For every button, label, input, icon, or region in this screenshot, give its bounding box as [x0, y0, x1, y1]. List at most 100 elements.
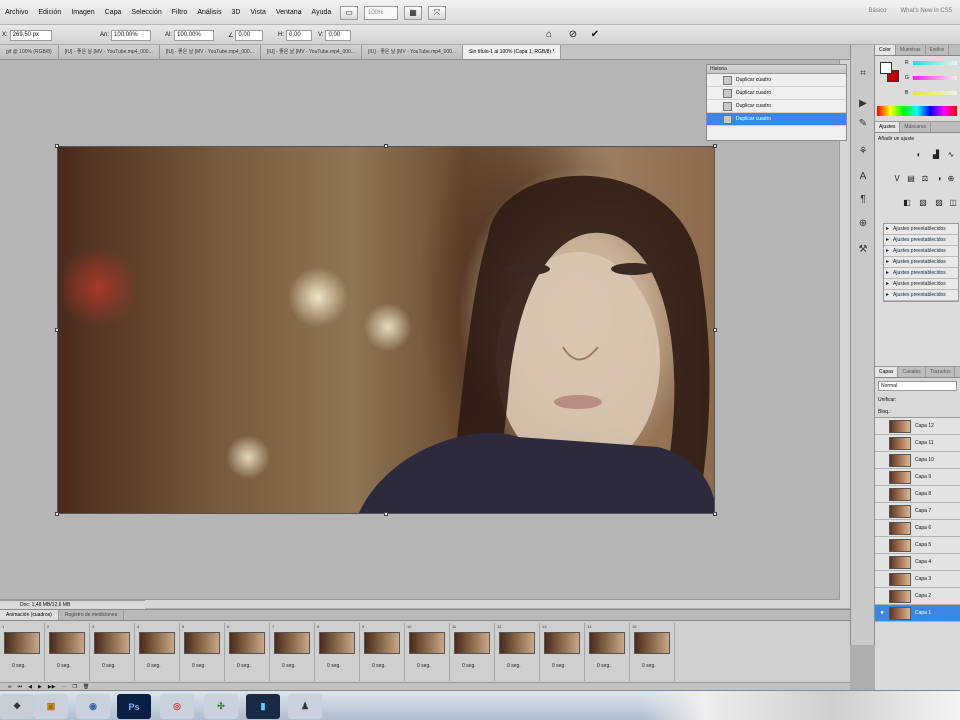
color-balance-icon[interactable]: ⚖ — [919, 173, 931, 184]
layer-row[interactable]: Capa 12 — [875, 418, 960, 435]
tab-mascaras[interactable]: Máscaras — [900, 122, 932, 132]
preset-item[interactable]: Ajustes preestablecidos — [884, 290, 958, 301]
layer-row[interactable]: Capa 9 — [875, 469, 960, 486]
animation-frame[interactable]: 3 0 seg. — [90, 623, 135, 681]
photoshop-icon[interactable]: Ps — [117, 694, 151, 719]
doc-tab-4[interactable]: [IU] - 좋은 날 [MV - YouTube.mp4_000... — [260, 45, 362, 59]
layer-row[interactable]: Capa 7 — [875, 503, 960, 520]
frame-delay[interactable]: 0 seg. — [237, 663, 251, 669]
animation-frame[interactable]: 10 0 seg. — [405, 623, 450, 681]
animation-frame[interactable]: 11 0 seg. — [450, 623, 495, 681]
tab-animacion[interactable]: Animación (cuadros) — [0, 610, 59, 620]
transform-handle-br[interactable] — [713, 512, 717, 516]
frame-delay[interactable]: 0 seg. — [327, 663, 341, 669]
frame-delay[interactable]: 0 seg. — [102, 663, 116, 669]
transform-handle-right[interactable] — [713, 328, 717, 332]
canvas-image[interactable] — [57, 146, 715, 514]
transform-handle-tl[interactable] — [55, 144, 59, 148]
commit-transform-icon[interactable]: ✔ — [588, 28, 602, 42]
character-panel-icon[interactable]: A — [855, 170, 871, 184]
history-item[interactable]: Duplicar cuadro — [707, 87, 846, 100]
doc-tab-3[interactable]: [IU] - 좋은 날 [MV - YouTube.mp4_000... — [159, 45, 261, 59]
layer-row[interactable]: Capa 2 — [875, 588, 960, 605]
paragraph-panel-icon[interactable]: ¶ — [855, 193, 871, 207]
frame-delay[interactable]: 0 seg. — [372, 663, 386, 669]
x-position-field[interactable]: 269,50 px — [9, 29, 52, 41]
red-slider[interactable] — [913, 61, 957, 65]
menu-imagen[interactable]: Imagen — [66, 9, 99, 16]
hue-saturation-icon[interactable]: ▤ — [905, 173, 917, 184]
preset-item[interactable]: Ajustes preestablecidos — [884, 235, 958, 246]
tab-color[interactable]: Color — [875, 45, 896, 55]
layer-row[interactable]: Capa 3 — [875, 571, 960, 588]
animation-frame[interactable]: 8 0 seg. — [315, 623, 360, 681]
frame-delay[interactable]: 0 seg. — [552, 663, 566, 669]
document-workspace[interactable] — [0, 60, 850, 608]
explorer-icon[interactable]: ▣ — [34, 694, 68, 719]
layer-row-selected[interactable]: ● Capa 1 — [875, 605, 960, 622]
layer-row[interactable]: Capa 5 — [875, 537, 960, 554]
tool-presets-icon[interactable]: ⚒ — [855, 243, 871, 257]
posterize-icon[interactable]: ▧ — [917, 197, 929, 208]
color-spectrum-bar[interactable] — [877, 106, 957, 116]
doc-tab-1[interactable]: gif @ 100% (RGB/8) — [0, 45, 59, 59]
menu-vista[interactable]: Vista — [245, 9, 270, 16]
tab-capas[interactable]: Capas — [875, 367, 899, 377]
curves-icon[interactable]: ∿ — [945, 149, 957, 160]
gradient-map-icon[interactable]: ▨ — [933, 197, 945, 208]
frame-delay[interactable]: 0 seg. — [282, 663, 296, 669]
transform-handle-tr[interactable] — [713, 144, 717, 148]
transform-handle-top[interactable] — [384, 144, 388, 148]
preset-item[interactable]: Ajustes preestablecidos — [884, 268, 958, 279]
h-skew-field[interactable]: 0,00 — [286, 29, 312, 41]
animation-frame[interactable]: 7 0 seg. — [270, 623, 315, 681]
animation-frame[interactable]: 12 0 seg. — [495, 623, 540, 681]
transform-handle-bottom[interactable] — [384, 512, 388, 516]
animation-frame[interactable]: 1 0 seg. — [0, 623, 45, 681]
preset-item[interactable]: Ajustes preestablecidos — [884, 246, 958, 257]
navigator-panel-icon[interactable]: ⊕ — [855, 217, 871, 231]
animation-frame[interactable]: 14 0 seg. — [585, 623, 630, 681]
frame-delay[interactable]: 0 seg. — [192, 663, 206, 669]
vertical-scrollbar[interactable] — [839, 60, 850, 600]
menu-capa[interactable]: Capa — [100, 9, 127, 16]
black-white-icon[interactable]: ◑ — [933, 173, 945, 184]
history-item[interactable]: Duplicar cuadro — [707, 100, 846, 113]
rotate-angle-field[interactable]: 0,00 — [235, 29, 264, 41]
brightness-icon[interactable]: ◐ — [913, 149, 925, 160]
preset-item[interactable]: Ajustes preestablecidos — [884, 279, 958, 290]
workspace-whats-new[interactable]: What's New in CS5 — [901, 8, 953, 14]
chrome-icon[interactable]: ◎ — [160, 694, 194, 719]
transform-handle-bl[interactable] — [55, 512, 59, 516]
selective-color-icon[interactable]: ◫ — [947, 197, 959, 208]
layer-row[interactable]: Capa 6 — [875, 520, 960, 537]
animation-frame[interactable]: 15 0 seg. — [630, 623, 675, 681]
menu-seleccion[interactable]: Selección — [126, 9, 166, 16]
media-player-icon[interactable]: ◉ — [76, 694, 110, 719]
foreground-color-swatch[interactable] — [880, 62, 892, 74]
visibility-eye-icon[interactable]: ● — [875, 610, 889, 616]
frame-delay[interactable]: 0 seg. — [147, 663, 161, 669]
animation-frame[interactable]: 6 0 seg. — [225, 623, 270, 681]
history-item[interactable]: Duplicar cuadro — [707, 74, 846, 87]
preset-item[interactable]: Ajustes preestablecidos — [884, 224, 958, 235]
menu-ayuda[interactable]: Ayuda — [307, 9, 337, 16]
menu-archivo[interactable]: Archivo — [0, 9, 33, 16]
tab-trazados[interactable]: Trazados — [926, 367, 956, 377]
frame-delay[interactable]: 0 seg. — [642, 663, 656, 669]
layer-row[interactable]: Capa 4 — [875, 554, 960, 571]
preset-item[interactable]: Ajustes preestablecidos — [884, 257, 958, 268]
menu-3d[interactable]: 3D — [226, 9, 245, 16]
menu-analisis[interactable]: Análisis — [192, 9, 226, 16]
warp-mode-icon[interactable]: ⌂ — [542, 28, 556, 42]
v-skew-field[interactable]: 0,00 — [325, 29, 352, 41]
tab-canales[interactable]: Canales — [898, 367, 926, 377]
start-icon[interactable]: ❖ — [0, 694, 34, 719]
layer-row[interactable]: Capa 11 — [875, 435, 960, 452]
tab-estilos[interactable]: Estilos — [926, 45, 950, 55]
app-icon[interactable]: ♟ — [288, 694, 322, 719]
actions-panel-icon[interactable]: ▶ — [855, 97, 871, 111]
lightroom-icon[interactable]: ▮ — [246, 694, 280, 719]
transform-handle-left[interactable] — [55, 328, 59, 332]
extras-icon[interactable]: ⤧ — [428, 6, 446, 20]
